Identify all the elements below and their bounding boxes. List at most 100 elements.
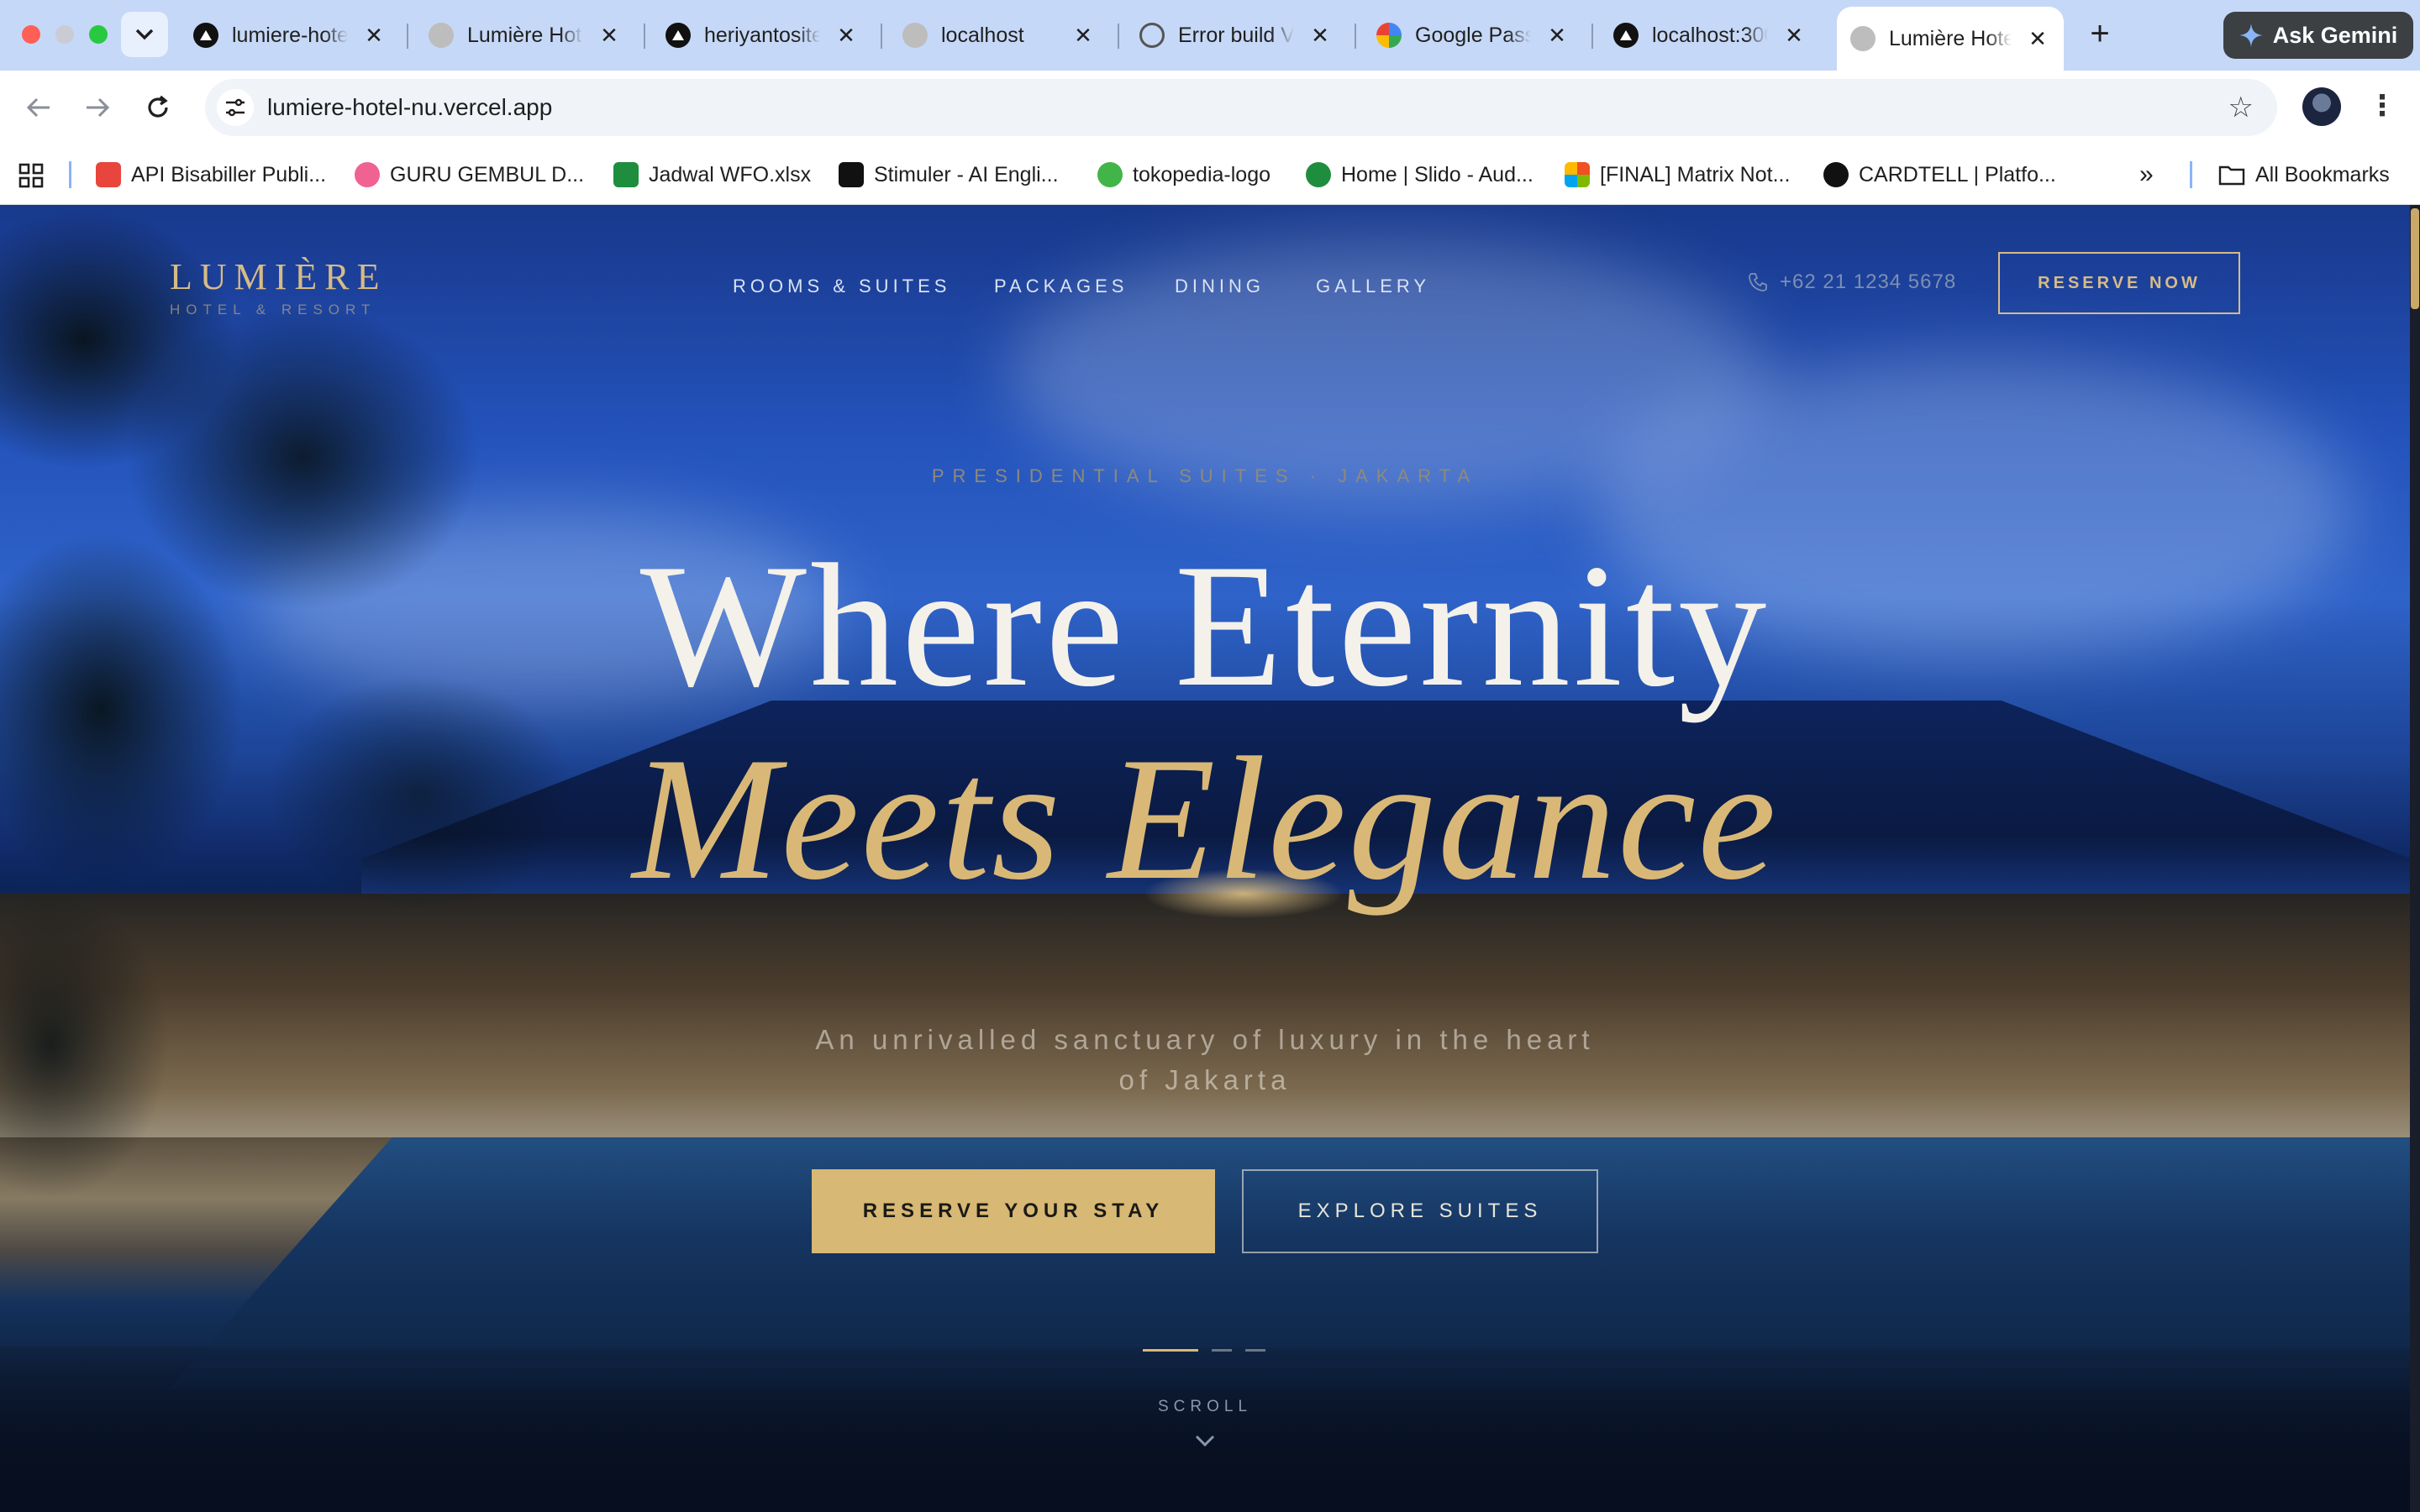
bookmark-item[interactable]: Jadwal WFO.xlsx xyxy=(613,160,811,190)
bookmark-item[interactable]: Home | Slido - Aud... xyxy=(1306,160,1534,190)
maximize-window-button[interactable] xyxy=(89,25,108,44)
close-tab-icon[interactable]: ✕ xyxy=(1781,23,1807,49)
nav-packages[interactable]: PACKAGES xyxy=(994,276,1128,297)
bookmark-favicon xyxy=(1565,162,1590,187)
bookmark-item[interactable]: [FINAL] Matrix Not... xyxy=(1565,160,1790,190)
explore-suites-button[interactable]: EXPLORE SUITES xyxy=(1242,1169,1598,1253)
bookmarks-bar: API Bisabiller Publi... GURU GEMBUL D...… xyxy=(0,144,2420,205)
arrow-left-icon xyxy=(26,97,50,118)
hero-headline-line1: Where Eternity xyxy=(639,528,1770,723)
close-tab-icon[interactable]: ✕ xyxy=(2025,26,2050,52)
gemini-sparkle-icon xyxy=(2238,24,2263,47)
bookmark-item[interactable]: tokopedia-logo xyxy=(1097,160,1270,190)
close-tab-icon[interactable]: ✕ xyxy=(834,23,859,49)
logo-subtitle: HOTEL & RESORT xyxy=(170,302,376,318)
tab-divider xyxy=(1591,24,1593,49)
close-tab-icon[interactable]: ✕ xyxy=(1307,23,1333,49)
browser-menu-icon[interactable]: ⋮ xyxy=(2368,89,2396,123)
tab-1[interactable]: lumiere-hotel-nu ✕ xyxy=(180,12,400,59)
tab-divider xyxy=(881,24,882,49)
nav-gallery[interactable]: GALLERY xyxy=(1316,276,1430,297)
tab-title: Lumière Hotel xyxy=(467,23,583,47)
page-scrollbar[interactable] xyxy=(2410,205,2420,1512)
globe-icon xyxy=(429,23,454,48)
google-key-icon xyxy=(1376,23,1402,48)
tab-5[interactable]: Error build Vercel ✕ xyxy=(1126,12,1346,59)
reserve-now-button[interactable]: RESERVE NOW xyxy=(1998,252,2240,314)
openai-icon xyxy=(1139,23,1165,48)
bookmark-star-icon[interactable]: ☆ xyxy=(2228,91,2254,124)
tab-title: localhost xyxy=(941,23,1024,47)
bookmarks-divider xyxy=(2190,161,2192,188)
globe-icon xyxy=(902,23,928,48)
vercel-icon xyxy=(666,23,691,48)
reload-icon xyxy=(148,95,168,118)
scrollbar-thumb[interactable] xyxy=(2411,208,2419,309)
close-tab-icon[interactable]: ✕ xyxy=(361,23,387,49)
bookmark-label: Home | Slido - Aud... xyxy=(1341,162,1534,186)
profile-avatar[interactable] xyxy=(2302,87,2341,126)
bookmark-favicon xyxy=(96,162,121,187)
slide-indicator-3[interactable] xyxy=(1245,1349,1265,1352)
tab-search-button[interactable] xyxy=(121,12,168,57)
nav-rooms-suites[interactable]: ROOMS & SUITES xyxy=(733,276,950,297)
arrow-right-icon xyxy=(87,97,110,118)
bookmarks-divider xyxy=(69,161,71,188)
site-info-icon[interactable] xyxy=(217,89,254,126)
nav-dining[interactable]: DINING xyxy=(1175,276,1265,297)
reload-button[interactable] xyxy=(138,87,178,128)
phone-link[interactable]: +62 21 1234 5678 xyxy=(1748,270,1956,294)
back-button[interactable] xyxy=(18,87,59,128)
tab-divider xyxy=(1355,24,1356,49)
url-text[interactable]: lumiere-hotel-nu.vercel.app xyxy=(267,94,552,121)
tab-title: localhost:3000 xyxy=(1652,23,1768,47)
bookmark-favicon xyxy=(1306,162,1331,187)
close-tab-icon[interactable]: ✕ xyxy=(597,23,622,49)
bookmark-item[interactable]: API Bisabiller Publi... xyxy=(96,160,326,190)
tab-title: Error build Vercel xyxy=(1178,23,1294,47)
tab-4[interactable]: localhost ✕ xyxy=(889,12,1109,59)
bookmark-label: [FINAL] Matrix Not... xyxy=(1600,162,1791,186)
all-bookmarks-label: All Bookmarks xyxy=(2255,162,2390,186)
bookmark-label: Jadwal WFO.xlsx xyxy=(649,162,812,186)
site-logo[interactable]: LUMIÈRE HOTEL & RESORT xyxy=(170,255,387,318)
globe-icon xyxy=(1850,26,1876,51)
bookmark-item[interactable]: GURU GEMBUL D... xyxy=(355,160,584,190)
apps-grid-icon[interactable] xyxy=(18,163,44,188)
new-tab-button[interactable]: + xyxy=(2079,15,2121,53)
close-tab-icon[interactable]: ✕ xyxy=(1071,23,1096,49)
scroll-hint-label: SCROLL xyxy=(1157,1398,1253,1415)
bookmark-item[interactable]: CARDTELL | Platfo... xyxy=(1823,160,2056,190)
slide-indicator-2[interactable] xyxy=(1212,1349,1232,1352)
bookmark-favicon xyxy=(613,162,639,187)
reserve-your-stay-button[interactable]: RESERVE YOUR STAY xyxy=(812,1169,1215,1253)
folder-icon xyxy=(2218,165,2245,186)
tab-title: heriyantosite xyxy=(704,23,820,47)
tab-active[interactable]: Lumière Hotel ✕ xyxy=(1837,7,2064,71)
slide-indicator-1[interactable] xyxy=(1143,1349,1198,1352)
minimize-window-button[interactable] xyxy=(55,25,74,44)
tab-7[interactable]: localhost:3000 ✕ xyxy=(1600,12,1820,59)
bookmark-favicon xyxy=(1823,162,1849,187)
chevron-down-icon xyxy=(135,29,154,40)
tab-divider xyxy=(644,24,645,49)
bookmark-item[interactable]: Stimuler - AI Engli... xyxy=(839,160,1059,190)
close-tab-icon[interactable]: ✕ xyxy=(1544,23,1570,49)
bookmark-favicon xyxy=(355,162,380,187)
more-bookmarks-icon[interactable]: » xyxy=(2139,160,2154,190)
address-bar[interactable]: lumiere-hotel-nu.vercel.app ☆ xyxy=(205,79,2277,136)
close-window-button[interactable] xyxy=(22,25,40,44)
all-bookmarks-button[interactable]: All Bookmarks xyxy=(2218,160,2390,190)
tab-3[interactable]: heriyantosite ✕ xyxy=(652,12,872,59)
hero-section: LUMIÈRE HOTEL & RESORT ROOMS & SUITES PA… xyxy=(0,205,2410,1512)
browser-toolbar: lumiere-hotel-nu.vercel.app ☆ ⋮ xyxy=(0,71,2420,144)
hero-eyebrow: PRESIDENTIAL SUITES · JAKARTA xyxy=(931,465,1479,486)
tab-6[interactable]: Google Password ✕ xyxy=(1363,12,1583,59)
forward-button[interactable] xyxy=(77,87,118,128)
ask-gemini-button[interactable]: Ask Gemini xyxy=(2223,12,2413,59)
vercel-icon xyxy=(1613,23,1639,48)
logo-name: LUMIÈRE xyxy=(170,256,387,297)
tab-2[interactable]: Lumière Hotel ✕ xyxy=(415,12,635,59)
scroll-down-chevron-icon[interactable] xyxy=(1193,1431,1217,1450)
site-header: LUMIÈRE HOTEL & RESORT ROOMS & SUITES PA… xyxy=(0,205,2410,365)
